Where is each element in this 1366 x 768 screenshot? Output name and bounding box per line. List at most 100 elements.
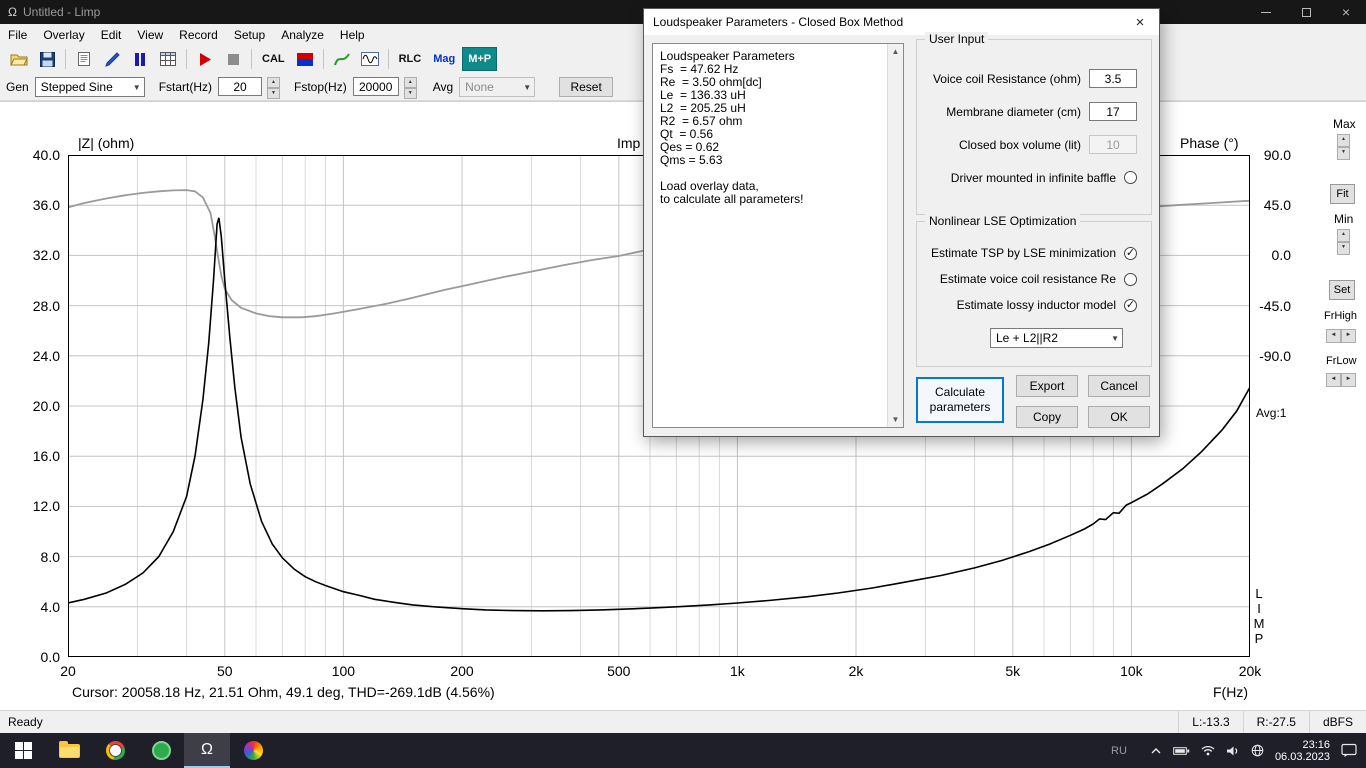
scroll-down-icon[interactable]: ▼ — [892, 412, 900, 427]
menu-item-help[interactable]: Help — [332, 26, 373, 44]
user-input-field-0[interactable]: 3.5 — [1089, 69, 1137, 88]
fit-button[interactable]: Fit — [1330, 184, 1355, 204]
fstop-spinner[interactable]: ▲ ▼ — [403, 76, 417, 99]
max-spinner[interactable]: ▲ ▼ — [1337, 134, 1350, 160]
user-input-row: Closed box volume (lit) 10 — [917, 128, 1151, 161]
stop-icon[interactable] — [220, 47, 246, 71]
results-scrollbar[interactable]: ▲ ▼ — [887, 44, 903, 427]
status-bar: Ready L:-13.3 R:-27.5 dBFS — [0, 710, 1366, 733]
nlse-rows: Estimate TSP by LSE minimization ✓ Estimat… — [917, 240, 1151, 318]
menu-item-record[interactable]: Record — [171, 26, 226, 44]
menu-item-view[interactable]: View — [129, 26, 171, 44]
menu-item-edit[interactable]: Edit — [93, 26, 130, 44]
user-input-group: User Input Voice coil Resistance (ohm) 3.… — [916, 32, 1152, 215]
calculate-parameters-button[interactable]: Calculate parameters — [916, 377, 1004, 423]
menu-item-setup[interactable]: Setup — [226, 26, 273, 44]
fstart-input[interactable]: 20 — [218, 77, 263, 96]
avg-select: None ▼ — [459, 76, 536, 97]
taskbar-clock[interactable]: 23:16 06.03.2023 — [1275, 739, 1330, 763]
dialog-titlebar[interactable]: Loudspeaker Parameters - Closed Box Meth… — [644, 9, 1159, 35]
nlse-checkbox-0[interactable]: ✓ — [1124, 246, 1137, 260]
table-icon[interactable] — [155, 47, 181, 71]
menu-item-file[interactable]: File — [0, 26, 35, 44]
green-app-icon[interactable] — [138, 733, 184, 768]
fstop-label: Fstop(Hz) — [294, 79, 347, 94]
notification-icon[interactable] — [1341, 743, 1358, 758]
record-icon[interactable] — [192, 47, 218, 71]
infinite-baffle-checkbox[interactable] — [1124, 171, 1137, 184]
menu-item-overlay[interactable]: Overlay — [35, 26, 92, 44]
scroll-up-icon[interactable]: ▲ — [892, 44, 900, 59]
open-icon[interactable] — [6, 47, 32, 71]
reset-button[interactable]: Reset — [559, 76, 614, 97]
min-spinner[interactable]: ▲ ▼ — [1337, 229, 1350, 255]
spin-up-icon[interactable]: ▲ — [1337, 229, 1350, 242]
nlse-label: Estimate voice coil resistance Re — [939, 272, 1116, 286]
menu-item-analyze[interactable]: Analyze — [273, 26, 332, 44]
frhigh-spinner[interactable]: ◄ ► — [1326, 329, 1356, 343]
pen-icon[interactable] — [99, 47, 125, 71]
close-button[interactable]: × — [1326, 0, 1366, 24]
network-globe-icon[interactable] — [1251, 744, 1264, 757]
pause-icon[interactable] — [127, 47, 153, 71]
mp-button[interactable]: M+P — [462, 47, 498, 71]
start-button[interactable] — [0, 733, 46, 768]
frlow-spinner[interactable]: ◄ ► — [1326, 373, 1356, 387]
clock-time: 23:16 — [1302, 738, 1330, 751]
inductor-model-value: Le + L2||R2 — [996, 331, 1058, 345]
mag-button[interactable]: Mag — [428, 47, 460, 71]
save-icon[interactable] — [34, 47, 60, 71]
file-explorer-icon[interactable] — [46, 733, 92, 768]
photos-app-icon[interactable] — [230, 733, 276, 768]
volume-icon[interactable] — [1226, 745, 1240, 757]
nlse-checkbox-1[interactable] — [1124, 272, 1137, 286]
window-title: Untitled - Limp — [22, 5, 101, 19]
spin-right-icon[interactable]: ► — [1341, 373, 1356, 387]
level-units-label: dBFS — [1308, 711, 1366, 733]
battery-icon[interactable] — [1173, 746, 1190, 756]
export-button[interactable]: Export — [1016, 375, 1078, 397]
ok-button[interactable]: OK — [1088, 406, 1150, 428]
language-indicator[interactable]: RU — [1111, 745, 1127, 757]
fstop-input[interactable]: 20000 — [352, 77, 399, 96]
user-input-label: Closed box volume (lit) — [958, 137, 1081, 152]
spin-up-icon[interactable]: ▲ — [1337, 134, 1350, 147]
nlse-checkbox-2[interactable]: ✓ — [1124, 298, 1137, 312]
spin-left-icon[interactable]: ◄ — [1326, 373, 1341, 387]
user-input-field-1[interactable]: 17 — [1089, 102, 1137, 121]
fstart-spinner[interactable]: ▲ ▼ — [267, 76, 281, 99]
spin-down-icon[interactable]: ▼ — [403, 87, 417, 99]
spin-up-icon[interactable]: ▲ — [267, 76, 281, 88]
spin-down-icon[interactable]: ▼ — [1337, 242, 1350, 255]
spin-up-icon[interactable]: ▲ — [403, 76, 417, 88]
dialog-close-button[interactable]: × — [1121, 9, 1159, 35]
chrome-icon[interactable] — [92, 733, 138, 768]
toolbar-separator — [186, 49, 187, 69]
spin-right-icon[interactable]: ► — [1341, 329, 1356, 343]
avg-label: Avg — [432, 79, 454, 94]
calibration-colors-icon[interactable] — [292, 47, 318, 71]
overlay-icon[interactable] — [329, 47, 355, 71]
spin-down-icon[interactable]: ▼ — [1337, 147, 1350, 160]
limp-app-icon[interactable]: Ω — [184, 733, 230, 768]
rlc-button[interactable]: RLC — [394, 47, 427, 71]
copy-icon[interactable] — [71, 47, 97, 71]
copy-button[interactable]: Copy — [1016, 406, 1078, 428]
loudspeaker-parameters-dialog: Loudspeaker Parameters - Closed Box Meth… — [643, 8, 1160, 437]
spin-left-icon[interactable]: ◄ — [1326, 329, 1341, 343]
wifi-icon[interactable] — [1201, 745, 1215, 756]
min-label: Min — [1334, 212, 1354, 226]
generator-icon[interactable] — [357, 47, 383, 71]
cal-button[interactable]: CAL — [257, 47, 290, 71]
tray-expand-icon[interactable] — [1150, 746, 1162, 756]
limp-application-window: Ω Untitled - Limp × File Overlay Edit View R… — [0, 0, 1366, 768]
minimize-button[interactable] — [1246, 0, 1286, 24]
results-listbox[interactable]: Loudspeaker Parameters Fs = 47.62 Hz Re = … — [652, 43, 904, 428]
generator-type-select[interactable]: Stepped Sine ▼ — [34, 76, 145, 97]
user-input-field-2: 10 — [1089, 135, 1137, 154]
inductor-model-select[interactable]: Le + L2||R2 ▼ — [990, 328, 1123, 348]
set-button[interactable]: Set — [1329, 280, 1355, 300]
maximize-button[interactable] — [1286, 0, 1326, 24]
cancel-button[interactable]: Cancel — [1088, 375, 1150, 397]
spin-down-icon[interactable]: ▼ — [267, 87, 281, 99]
